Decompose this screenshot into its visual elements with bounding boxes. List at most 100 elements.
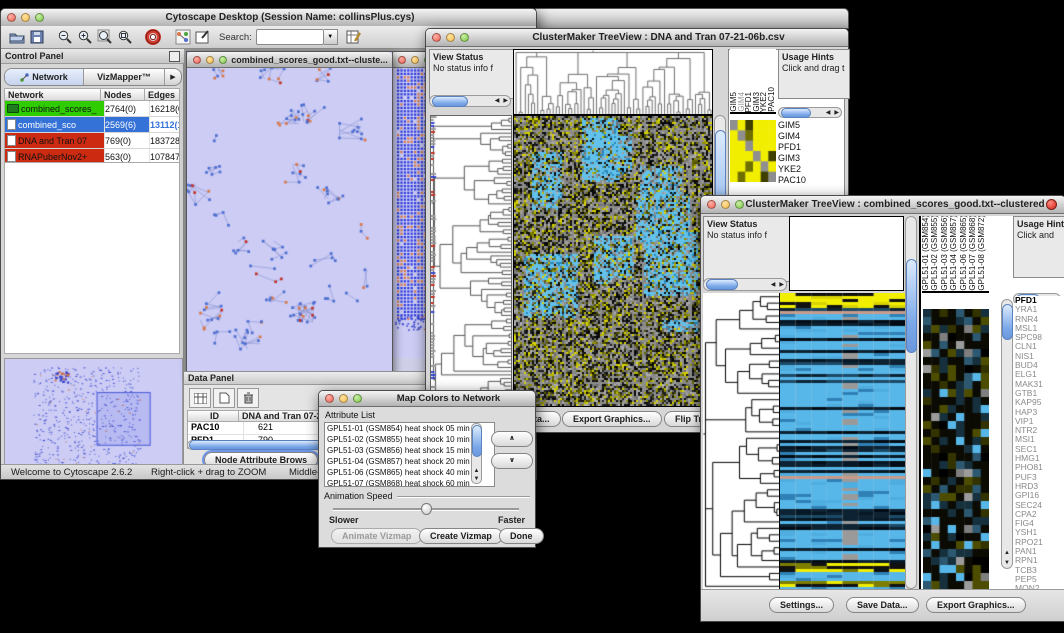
scroll-left-arrow[interactable]: ◀ (493, 98, 502, 104)
minimize-button[interactable] (721, 200, 730, 209)
create-vizmap-button[interactable]: Create Vizmap (419, 528, 503, 544)
array-label[interactable]: GPL51-08 (GSM872) (978, 216, 987, 291)
scroll-down-arrow[interactable]: ▼ (1004, 558, 1010, 568)
tv1-heatmap[interactable] (513, 115, 713, 407)
col-nodes[interactable]: Nodes (101, 88, 145, 101)
gene-label[interactable]: GIM5 (778, 120, 842, 131)
tv1-export-graphics-button[interactable]: Export Graphics... (562, 411, 662, 427)
zoom-button[interactable] (353, 394, 362, 403)
attribute-listbox[interactable]: GPL51-01 (GSM854) heat shock 05 minGPL51… (324, 422, 495, 487)
tab-overflow-arrow[interactable]: ▶ (165, 69, 181, 85)
attribute-list-vscrollbar[interactable]: ▲ ▼ (471, 423, 482, 484)
tv2-zoom-heatmap[interactable] (923, 309, 989, 589)
array-label[interactable]: GPL51-04 (GSM857) (950, 216, 959, 291)
network-row[interactable]: combined_scores_ 2764(0) 16218(0) (5, 101, 179, 117)
zoom-button[interactable] (735, 200, 744, 209)
col-network[interactable]: Network (4, 88, 101, 101)
zoom-selected-icon[interactable] (115, 28, 135, 46)
zoom-fit-icon[interactable] (95, 28, 115, 46)
gene-label[interactable]: GIM4 (778, 131, 842, 142)
tv2-row-dendrogram[interactable] (703, 293, 779, 589)
annotation-icon[interactable] (193, 28, 213, 46)
network-overview-panel[interactable] (4, 358, 183, 472)
dialog-titlebar[interactable]: Map Colors to Network (319, 391, 535, 407)
attribute-item[interactable]: GPL51-01 (GSM854) heat shock 05 min (325, 423, 483, 434)
close-button[interactable] (7, 13, 16, 22)
minimize-button[interactable] (206, 56, 214, 64)
move-up-button[interactable]: ∧ (491, 431, 533, 447)
treeview2-titlebar[interactable]: ClusterMaker TreeView : combined_scores_… (701, 196, 1064, 214)
scroll-down-arrow[interactable]: ▼ (474, 475, 480, 483)
minimize-button[interactable] (411, 56, 419, 64)
network-row[interactable]: DNA and Tran 07 769(0) 183728(0) (5, 133, 179, 149)
table-edit-icon[interactable] (344, 28, 364, 46)
record-red-icon[interactable] (1046, 199, 1057, 210)
tv1-row-dendrogram[interactable] (430, 115, 512, 407)
tv2-save-data-button[interactable]: Save Data... (846, 597, 919, 613)
scroll-up-arrow[interactable]: ▲ (1004, 548, 1010, 558)
gene-label[interactable]: PFD1 (778, 142, 842, 153)
scroll-right-arrow[interactable]: ▶ (777, 282, 786, 288)
tv1-column-dendrogram[interactable] (513, 49, 713, 115)
network-graph-icon[interactable] (173, 28, 193, 46)
minimize-button[interactable] (446, 33, 455, 42)
close-button[interactable] (398, 56, 406, 64)
array-label[interactable]: PAC10 (768, 87, 776, 112)
tv2-status-scrollbar[interactable]: ◀▶ (703, 278, 787, 291)
tv1-status-scrollbar[interactable]: ◀▶ (429, 95, 511, 107)
float-panel-icon[interactable] (169, 51, 180, 62)
minimize-button[interactable] (339, 394, 348, 403)
scroll-left-arrow[interactable]: ◀ (769, 282, 778, 288)
gene-label[interactable]: GIM3 (778, 153, 842, 164)
tv1-zoom-heatmap[interactable] (730, 120, 776, 182)
tv1-zoom-hscrollbar[interactable]: ◀▶ (778, 107, 842, 118)
save-icon[interactable] (27, 28, 47, 46)
search-input[interactable] (256, 29, 324, 45)
search-dropdown-button[interactable]: ▼ (324, 29, 338, 45)
zoom-button[interactable] (35, 13, 44, 22)
attribute-item[interactable]: GPL51-03 (GSM856) heat shock 15 min (325, 445, 483, 456)
close-button[interactable] (325, 394, 334, 403)
attribute-item[interactable]: GPL51-06 (GSM865) heat shock 40 min (325, 467, 483, 478)
network-view-canvas[interactable] (187, 52, 390, 358)
zoom-out-icon[interactable] (55, 28, 75, 46)
tv2-heatmap-vscrollbar[interactable] (905, 216, 917, 589)
gene-label[interactable]: PAC10 (778, 175, 842, 186)
attribute-item[interactable]: GPL51-07 (GSM868) heat shock 60 min (325, 478, 483, 487)
col-edges[interactable]: Edges (145, 88, 180, 101)
array-label[interactable]: GPL51-02 (GSM855) (931, 216, 940, 291)
scroll-up-arrow[interactable]: ▲ (474, 467, 480, 475)
network-view-titlebar[interactable]: combined_scores_good.txt--cluste... (187, 52, 392, 68)
main-titlebar[interactable]: Cytoscape Desktop (Session Name: collins… (1, 9, 536, 27)
tv2-column-tree-area[interactable] (789, 216, 904, 291)
treeview1-titlebar[interactable]: ClusterMaker TreeView : DNA and Tran 07-… (426, 29, 848, 47)
minimize-button[interactable] (21, 13, 30, 22)
scroll-right-arrow[interactable]: ▶ (832, 110, 841, 116)
slider-thumb[interactable] (421, 503, 432, 515)
attribute-item[interactable]: GPL51-04 (GSM857) heat shock 20 min (325, 456, 483, 467)
id-column-header[interactable]: ID (187, 410, 239, 422)
attribute-table-icon[interactable] (189, 388, 211, 408)
tab-network[interactable]: Network (5, 69, 84, 85)
new-attribute-icon[interactable] (213, 388, 235, 408)
move-down-button[interactable]: ∨ (491, 453, 533, 469)
done-button[interactable]: Done (499, 528, 544, 544)
attribute-item[interactable]: GPL51-02 (GSM855) heat shock 10 min (325, 434, 483, 445)
zoom-button[interactable] (219, 56, 227, 64)
zoom-in-icon[interactable] (75, 28, 95, 46)
close-button[interactable] (707, 200, 716, 209)
tv2-export-graphics-button[interactable]: Export Graphics... (926, 597, 1026, 613)
network-row[interactable]: combined_sco 2569(6) 13112(15) (5, 117, 179, 133)
tv2-heatmap[interactable] (779, 293, 905, 589)
speed-slider[interactable] (333, 503, 519, 515)
close-button[interactable] (193, 56, 201, 64)
close-button[interactable] (432, 33, 441, 42)
tab-vizmapper[interactable]: VizMapper™ (84, 69, 165, 85)
scroll-left-arrow[interactable]: ◀ (824, 110, 833, 116)
delete-attribute-trash-icon[interactable] (237, 388, 259, 408)
scroll-right-arrow[interactable]: ▶ (501, 98, 510, 104)
window-controls[interactable] (7, 13, 44, 22)
open-file-icon[interactable] (7, 28, 27, 46)
tv2-settings-button[interactable]: Settings... (769, 597, 834, 613)
help-lifesaver-icon[interactable] (143, 28, 163, 46)
